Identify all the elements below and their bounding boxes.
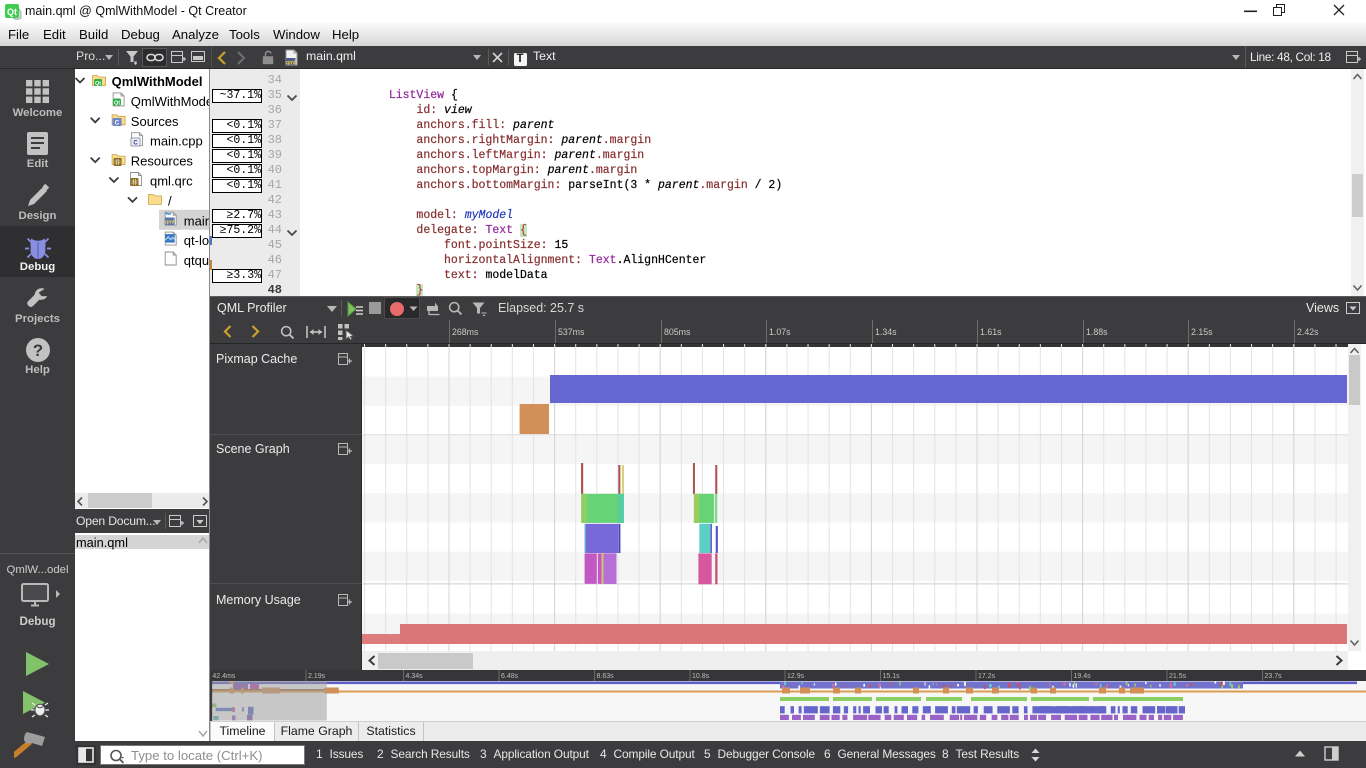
svg-text:Resources: Resources bbox=[131, 153, 194, 168]
svg-text:4.34s: 4.34s bbox=[406, 673, 424, 680]
svg-text:2.19s: 2.19s bbox=[308, 673, 326, 680]
svg-text:19.4s: 19.4s bbox=[1074, 673, 1092, 680]
svg-text:QmlWithModel: QmlWithModel bbox=[112, 74, 203, 89]
svg-text:QmlWithMode: QmlWithMode bbox=[131, 93, 209, 108]
svg-text:23.7s: 23.7s bbox=[1265, 673, 1283, 680]
svg-text:10.8s: 10.8s bbox=[692, 673, 710, 680]
svg-text:qml: qml bbox=[165, 219, 175, 225]
svg-text:Sources: Sources bbox=[131, 113, 179, 128]
svg-text:qtqu: qtqu bbox=[184, 253, 209, 268]
svg-text:8.63s: 8.63s bbox=[597, 673, 615, 680]
svg-text:qml.qrc: qml.qrc bbox=[150, 173, 193, 188]
svg-text:21.5s: 21.5s bbox=[1169, 673, 1187, 680]
svg-text:C: C bbox=[115, 119, 120, 126]
svg-text:6.48s: 6.48s bbox=[501, 673, 519, 680]
svg-text:qt-lo: qt-lo bbox=[184, 233, 209, 248]
svg-text:15.1s: 15.1s bbox=[883, 673, 901, 680]
svg-text:C: C bbox=[133, 140, 138, 146]
svg-text:main.cpp: main.cpp bbox=[150, 133, 203, 148]
svg-text:17.2s: 17.2s bbox=[978, 673, 996, 680]
svg-text:main: main bbox=[184, 213, 209, 228]
svg-text:/: / bbox=[168, 193, 172, 208]
svg-text:42.4ms: 42.4ms bbox=[212, 673, 235, 680]
svg-text:12.9s: 12.9s bbox=[787, 673, 805, 680]
svg-text:qml: qml bbox=[286, 60, 296, 66]
svg-text:?: ? bbox=[33, 341, 43, 360]
svg-text:Qt: Qt bbox=[7, 7, 17, 17]
